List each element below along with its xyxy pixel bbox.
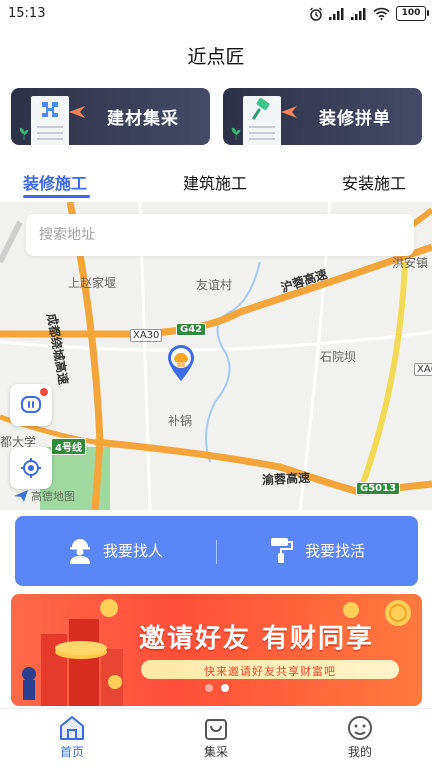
find-job-button[interactable]: 我要找活 bbox=[269, 536, 365, 564]
map-label-yurong: 渝蓉高速 bbox=[261, 470, 311, 488]
find-worker-button[interactable]: 我要找人 bbox=[67, 536, 163, 564]
map-label-youyi: 友谊村 bbox=[196, 278, 233, 292]
material-purchase-label: 建材集采 bbox=[107, 109, 179, 129]
nav-purchase[interactable]: 集采 bbox=[186, 715, 246, 760]
group-order-card[interactable]: 装修拼单 bbox=[223, 88, 422, 145]
status-time: 15:13 bbox=[8, 6, 46, 21]
map-label-line4: 4号线 bbox=[51, 438, 86, 455]
search-input[interactable] bbox=[37, 226, 401, 244]
banner-dot[interactable] bbox=[204, 684, 213, 692]
tab-building[interactable]: 建筑施工 bbox=[183, 170, 247, 194]
map-label-g5013: G5013 bbox=[356, 482, 401, 495]
nav-purchase-label: 集采 bbox=[203, 745, 228, 759]
nav-home[interactable]: 首页 bbox=[42, 715, 102, 760]
navigation-arrow-icon bbox=[14, 490, 28, 502]
signal-icon bbox=[329, 7, 344, 20]
alarm-icon bbox=[310, 7, 322, 21]
banner-dot-active[interactable] bbox=[220, 684, 229, 692]
wifi-icon bbox=[373, 7, 390, 20]
flag-icon bbox=[281, 106, 297, 118]
search-box[interactable] bbox=[26, 214, 414, 256]
paint-roller-icon bbox=[271, 538, 293, 563]
nav-profile-label: 我的 bbox=[347, 745, 372, 759]
leaf-icon bbox=[231, 127, 241, 140]
status-bar: 15:13 100 bbox=[0, 0, 432, 30]
tab-installation[interactable]: 安装施工 bbox=[342, 170, 406, 194]
action-divider bbox=[216, 540, 217, 564]
page-title: 近点匠 bbox=[187, 46, 245, 68]
map-watermark-text: 高德地图 bbox=[31, 490, 75, 503]
map-label-zhaojia: 上赵家堰 bbox=[68, 276, 117, 290]
banner-title: 邀请好友 有财同享 bbox=[139, 624, 375, 654]
locate-icon bbox=[21, 458, 41, 478]
banner-subtitle-pill: 快来邀请好友共享财富吧 bbox=[141, 660, 399, 679]
map-label-buguo: 补锅 bbox=[168, 414, 193, 428]
coin-icon bbox=[385, 600, 411, 626]
material-purchase-card[interactable]: 建材集采 bbox=[11, 88, 210, 145]
location-pin-icon bbox=[168, 345, 194, 381]
nav-profile[interactable]: 我的 bbox=[330, 715, 390, 760]
brush-icon bbox=[252, 98, 270, 120]
tab-underline bbox=[23, 195, 90, 198]
map-label-xa-right: XA0 bbox=[414, 363, 432, 376]
material-icon bbox=[42, 102, 58, 117]
find-job-label: 我要找活 bbox=[305, 541, 366, 560]
chat-button[interactable] bbox=[10, 384, 52, 426]
chat-icon bbox=[21, 396, 41, 413]
battery-icon: 100 bbox=[396, 6, 429, 21]
action-bar: 我要找人 我要找活 bbox=[15, 516, 418, 586]
signal-icon bbox=[351, 7, 366, 20]
nav-home-label: 首页 bbox=[59, 745, 84, 759]
coin-icon bbox=[343, 602, 359, 618]
map-label-xa30: XA30 bbox=[130, 329, 163, 342]
worker-icon bbox=[70, 539, 90, 564]
promo-banner[interactable]: 邀请好友 有财同享 快来邀请好友共享财富吧 bbox=[11, 594, 422, 706]
construction-tabs: 装修施工 建筑施工 安装施工 bbox=[0, 170, 432, 200]
banner-subtitle: 快来邀请好友共享财富吧 bbox=[204, 665, 336, 678]
bottom-nav: 首页 集采 我的 bbox=[0, 708, 432, 769]
status-icons: 100 bbox=[309, 6, 429, 21]
find-worker-label: 我要找人 bbox=[103, 541, 164, 560]
map-label-hongan: 洪安镇 bbox=[392, 256, 429, 270]
home-icon bbox=[60, 716, 84, 740]
bag-icon bbox=[205, 719, 227, 740]
profile-icon bbox=[348, 716, 372, 740]
leaf-icon bbox=[19, 127, 29, 140]
notification-dot bbox=[40, 388, 48, 396]
tab-decoration[interactable]: 装修施工 bbox=[23, 170, 87, 194]
flag-icon bbox=[69, 106, 85, 118]
map-label-g42: G42 bbox=[176, 323, 207, 336]
map-watermark: 高德地图 bbox=[14, 488, 75, 504]
group-order-label: 装修拼单 bbox=[319, 109, 391, 129]
locate-button[interactable] bbox=[10, 447, 52, 489]
banner-pagination bbox=[11, 684, 422, 692]
map-label-shiyuan: 石院坝 bbox=[320, 350, 357, 364]
